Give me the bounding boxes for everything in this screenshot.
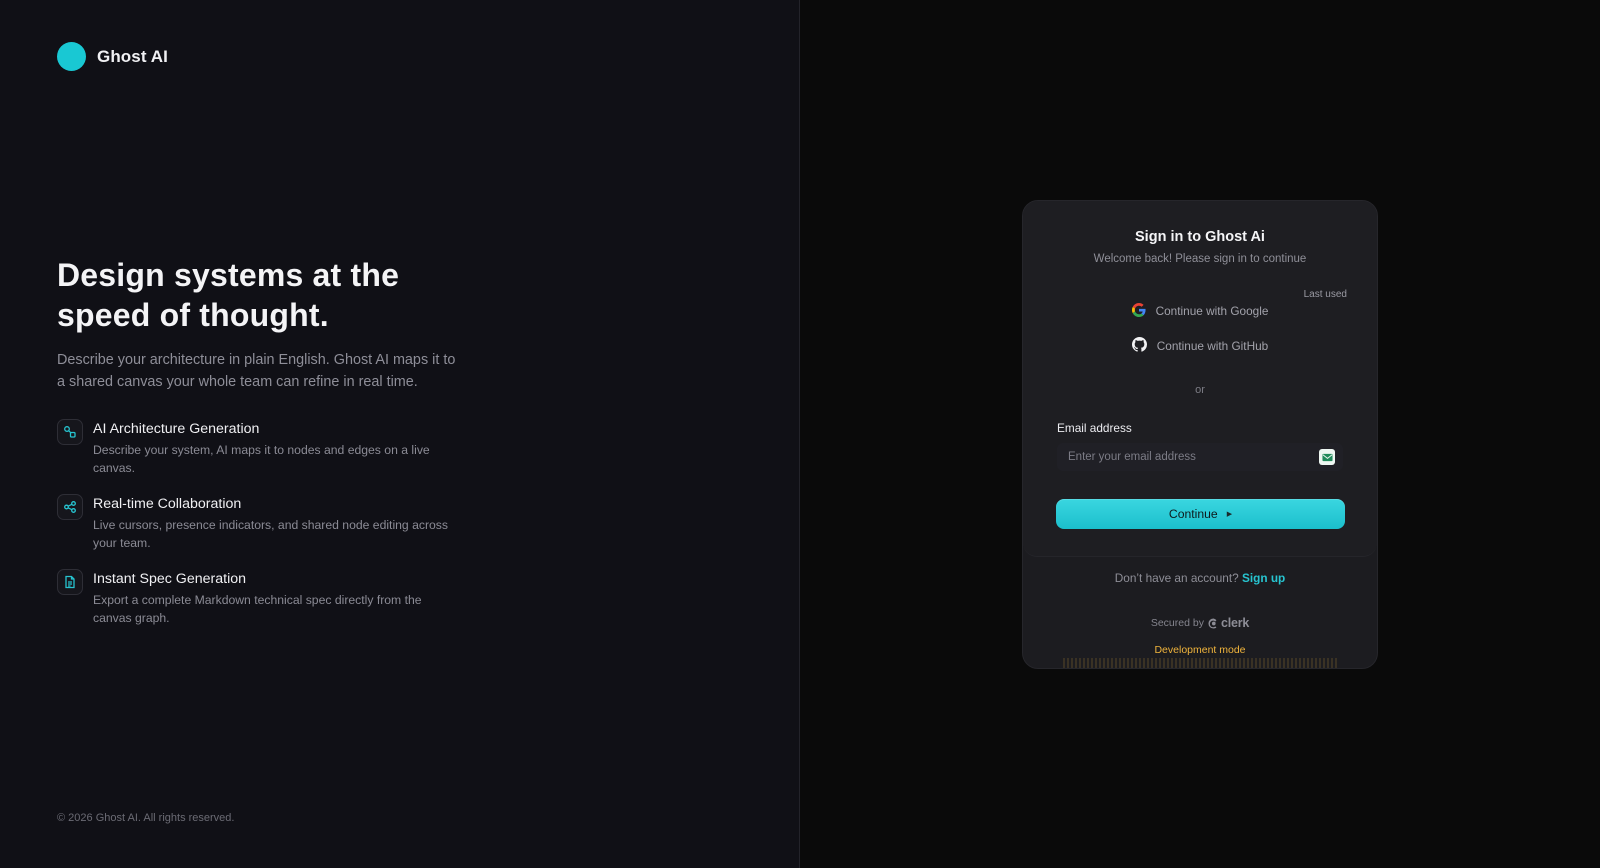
sign-up-prompt: Don’t have an account? Sign up	[1023, 571, 1377, 585]
brand[interactable]: Ghost AI	[57, 42, 168, 71]
sign-in-title: Sign in to Ghost Ai	[1135, 229, 1265, 245]
github-label: Continue with GitHub	[1156, 339, 1269, 353]
clerk-icon	[1208, 617, 1217, 629]
feature-description: Export a complete Markdown technical spe…	[93, 593, 422, 625]
feature-item-architecture: AI Architecture Generation Describe your…	[57, 419, 457, 477]
google-sign-in-button[interactable]: Continue with Google	[1023, 299, 1377, 323]
app-root: Ghost AI Design systems at the speed of …	[0, 0, 1600, 868]
no-account-text: Don’t have an account?	[1114, 571, 1239, 585]
brand-logo	[57, 42, 86, 71]
caret-right-icon: ▶	[1226, 510, 1233, 518]
email-label: Email address	[1057, 421, 1132, 435]
sign-in-card: Sign in to Ghost Ai Welcome back! Please…	[1022, 200, 1378, 669]
feature-title: AI Architecture Generation	[93, 421, 260, 437]
share-icon	[57, 494, 83, 520]
hero: Design systems at the speed of thought. …	[57, 255, 477, 393]
hero-description: Describe your architecture in plain Engl…	[57, 352, 456, 390]
email-field[interactable]	[1057, 443, 1343, 471]
github-icon	[1131, 337, 1147, 355]
continue-button[interactable]: Continue ▶	[1056, 499, 1345, 529]
sign-in-subtitle: Welcome back! Please sign in to continue	[1093, 253, 1307, 265]
nodes-icon	[57, 419, 83, 445]
github-sign-in-button[interactable]: Continue with GitHub	[1023, 334, 1377, 358]
feature-title: Real-time Collaboration	[93, 496, 242, 512]
google-icon	[1131, 302, 1146, 320]
secured-by: Secured by clerk	[1023, 616, 1377, 630]
secured-by-text: Secured by	[1150, 617, 1204, 629]
continue-label: Continue	[1168, 507, 1218, 521]
clerk-logo[interactable]: clerk	[1208, 616, 1249, 630]
feature-item-collaboration: Real-time Collaboration Live cursors, pr…	[57, 494, 457, 552]
sign-in-form-area: Sign in to Ghost Ai Welcome back! Please…	[1023, 201, 1377, 557]
feature-description: Live cursors, presence indicators, and s…	[93, 518, 448, 550]
brand-name: Ghost AI	[97, 46, 168, 66]
hero-headline: Design systems at the speed of thought.	[57, 257, 400, 333]
feature-item-spec: Instant Spec Generation Export a complet…	[57, 569, 457, 627]
auth-panel: Sign in to Ghost Ai Welcome back! Please…	[800, 0, 1600, 868]
document-icon	[57, 569, 83, 595]
google-label: Continue with Google	[1155, 304, 1269, 318]
password-manager-icon[interactable]	[1319, 449, 1335, 465]
marketing-panel: Ghost AI Design systems at the speed of …	[0, 0, 800, 868]
development-mode-badge: Development mode	[1154, 644, 1246, 656]
feature-list: AI Architecture Generation Describe your…	[57, 419, 457, 644]
sign-up-link[interactable]: Sign up	[1242, 571, 1285, 585]
clerk-name: clerk	[1220, 616, 1250, 630]
feature-description: Describe your system, AI maps it to node…	[93, 443, 430, 475]
feature-title: Instant Spec Generation	[93, 571, 247, 587]
copyright: © 2026 Ghost AI. All rights reserved.	[57, 812, 235, 824]
development-mode-stripe	[1063, 658, 1337, 668]
or-divider: or	[1195, 384, 1205, 396]
